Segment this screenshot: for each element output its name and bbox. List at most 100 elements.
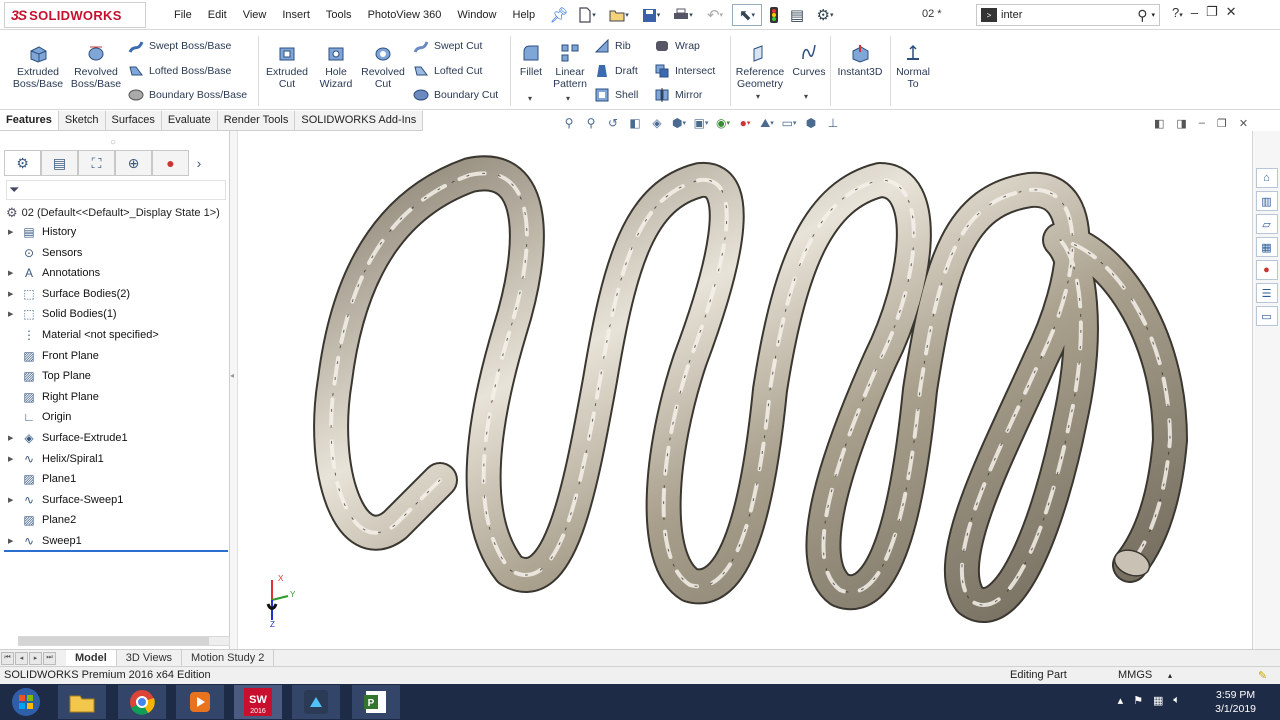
- appearances-icon[interactable]: ●: [1255, 260, 1278, 280]
- tree-item[interactable]: ▨ Plane1: [8, 469, 76, 489]
- menu-tools[interactable]: Tools: [318, 0, 360, 30]
- search-box[interactable]: > ⚲ ▾: [976, 4, 1160, 26]
- rollback-bar[interactable]: [4, 550, 228, 552]
- 3d-triad-icon[interactable]: ⊥: [824, 114, 842, 132]
- next-tab-icon[interactable]: ▸: [29, 651, 42, 665]
- search-input[interactable]: [1001, 9, 1121, 21]
- tree-item[interactable]: ⋮ Material <not specified>: [8, 325, 159, 345]
- viewport-minimize-icon[interactable]: –: [1199, 117, 1205, 130]
- viewport-close-icon[interactable]: ✕: [1239, 117, 1248, 130]
- restore-icon[interactable]: ❐: [1206, 4, 1218, 20]
- dynamic-annotation-icon[interactable]: ◈: [648, 114, 666, 132]
- print-icon[interactable]: ▾: [668, 4, 698, 26]
- hide-show-items-icon[interactable]: ◉ ▾: [714, 114, 732, 132]
- help-icon[interactable]: ?▾: [1172, 5, 1183, 20]
- pattern-dropdown-icon[interactable]: ▾: [566, 94, 570, 103]
- expand-arrow-icon[interactable]: ▶: [8, 496, 20, 504]
- rib-button[interactable]: Rib: [594, 36, 631, 56]
- pin-icon[interactable]: 📌︎: [548, 4, 570, 26]
- reference-geometry-button[interactable]: Reference Geometry: [734, 42, 786, 90]
- tab-model[interactable]: Model: [66, 650, 117, 666]
- tree-item[interactable]: ▶ ⬚ Solid Bodies(1): [8, 304, 117, 324]
- tree-item[interactable]: ▨ Right Plane: [8, 387, 99, 407]
- tab-render-tools[interactable]: Render Tools: [218, 111, 296, 130]
- display-style-icon[interactable]: ▣ ▾: [692, 114, 710, 132]
- tree-root-part[interactable]: ⚙ 02 (Default<<Default>_Display State 1>…: [6, 205, 220, 221]
- expand-arrow-icon[interactable]: ▶: [8, 455, 20, 463]
- view-settings-icon[interactable]: ▭ ▾: [780, 114, 798, 132]
- edit-appearance-icon[interactable]: ● ▾: [736, 114, 754, 132]
- tab-surfaces[interactable]: Surfaces: [106, 111, 162, 130]
- tree-item[interactable]: ▨ Top Plane: [8, 366, 91, 386]
- windows-start-icon[interactable]: [2, 685, 50, 719]
- shell-button[interactable]: Shell: [594, 85, 638, 105]
- tree-item[interactable]: ▶ ∿ Sweep1: [8, 531, 82, 551]
- dimxpert-tab-icon[interactable]: ⊕: [115, 150, 152, 176]
- previous-view-icon[interactable]: ↺: [604, 114, 622, 132]
- menu-file[interactable]: File: [166, 0, 200, 30]
- expand-tabs-icon[interactable]: ›: [189, 150, 209, 176]
- tray-expand-icon[interactable]: ▴: [1118, 694, 1124, 707]
- viewport-restore-icon[interactable]: ❐: [1217, 117, 1227, 130]
- hole-wizard-button[interactable]: Hole Wizard: [314, 42, 358, 90]
- feature-tree-tab-icon[interactable]: ⚙: [4, 150, 41, 176]
- minimize-icon[interactable]: –: [1191, 5, 1198, 20]
- instant3d-button[interactable]: Instant3D: [834, 42, 886, 78]
- curves-button[interactable]: Curves: [790, 42, 828, 78]
- design-library-icon[interactable]: ▥: [1255, 191, 1278, 211]
- close-icon[interactable]: ✕: [1226, 4, 1237, 20]
- zoom-to-area-icon[interactable]: ⚲: [582, 114, 600, 132]
- configuration-manager-tab-icon[interactable]: ⛶: [78, 150, 115, 176]
- taskbar-clock[interactable]: 3:59 PM 3/1/2019: [1215, 688, 1256, 716]
- spring-model[interactable]: [238, 131, 1252, 649]
- display-pane-icon[interactable]: ⬢: [802, 114, 820, 132]
- search-dropdown-icon[interactable]: ▾: [1151, 11, 1155, 19]
- zoom-to-fit-icon[interactable]: ⚲: [560, 114, 578, 132]
- tree-item[interactable]: ▶ ◈ Surface-Extrude1: [8, 428, 128, 448]
- swept-boss-button[interactable]: Swept Boss/Base: [128, 36, 231, 56]
- wrap-button[interactable]: Wrap: [654, 36, 700, 56]
- menu-help[interactable]: Help: [505, 0, 544, 30]
- undo-icon[interactable]: ↶ ▾: [700, 4, 730, 26]
- save-icon[interactable]: ▾: [636, 4, 666, 26]
- revolved-cut-button[interactable]: Revolved Cut: [360, 42, 406, 90]
- extruded-boss-button[interactable]: Extruded Boss/Base: [10, 42, 66, 90]
- feature-tree-filter[interactable]: ⏷: [6, 180, 226, 200]
- display-manager-tab-icon[interactable]: ●: [152, 150, 189, 176]
- fillet-dropdown-icon[interactable]: ▾: [528, 94, 532, 103]
- menu-view[interactable]: View: [235, 0, 275, 30]
- expand-arrow-icon[interactable]: ▶: [8, 310, 20, 318]
- scrollbar-thumb[interactable]: [19, 637, 209, 645]
- linear-pattern-button[interactable]: Linear Pattern: [550, 42, 590, 90]
- prev-tab-icon[interactable]: ◂: [15, 651, 28, 665]
- menu-photoview[interactable]: PhotoView 360: [360, 0, 450, 30]
- tree-item[interactable]: ▶ ∿ Helix/Spiral1: [8, 449, 104, 469]
- rebuild-traffic-light-icon[interactable]: [764, 4, 784, 26]
- volume-icon[interactable]: 🔈︎: [1173, 694, 1180, 707]
- tab-motion-study-2[interactable]: Motion Study 2: [182, 650, 275, 666]
- mirror-button[interactable]: Mirror: [654, 85, 702, 105]
- viewport-split-left-icon[interactable]: ◧: [1154, 117, 1164, 130]
- menu-window[interactable]: Window: [449, 0, 504, 30]
- tree-item[interactable]: ⊙ Sensors: [8, 243, 82, 263]
- tooltip-icon[interactable]: ✎: [1258, 669, 1267, 682]
- viewport-split-right-icon[interactable]: ◨: [1176, 117, 1186, 130]
- normal-to-button[interactable]: Normal To: [893, 42, 933, 90]
- new-document-icon[interactable]: ▾: [572, 4, 602, 26]
- property-manager-tab-icon[interactable]: ▤: [41, 150, 78, 176]
- fillet-button[interactable]: Fillet: [516, 42, 546, 78]
- intersect-button[interactable]: Intersect: [654, 61, 715, 81]
- solidworks-taskbar-icon[interactable]: SW 2016: [234, 685, 282, 719]
- file-properties-icon[interactable]: ▤: [786, 4, 808, 26]
- curves-dropdown-icon[interactable]: ▾: [804, 92, 808, 101]
- tree-item[interactable]: ▨ Plane2: [8, 510, 76, 530]
- tree-item[interactable]: ▶ ∿ Surface-Sweep1: [8, 490, 123, 510]
- forum-icon[interactable]: ▭: [1255, 306, 1278, 326]
- swept-cut-button[interactable]: Swept Cut: [413, 36, 482, 56]
- tab-solidworks-addins[interactable]: SOLIDWORKS Add-Ins: [295, 111, 424, 130]
- file-explorer-taskbar-icon[interactable]: [58, 685, 106, 719]
- extruded-cut-button[interactable]: Extruded Cut: [264, 42, 310, 90]
- options-gear-icon[interactable]: ⚙ ▾: [810, 4, 840, 26]
- first-tab-icon[interactable]: ⏮: [1, 651, 14, 665]
- project-taskbar-icon[interactable]: P: [352, 685, 400, 719]
